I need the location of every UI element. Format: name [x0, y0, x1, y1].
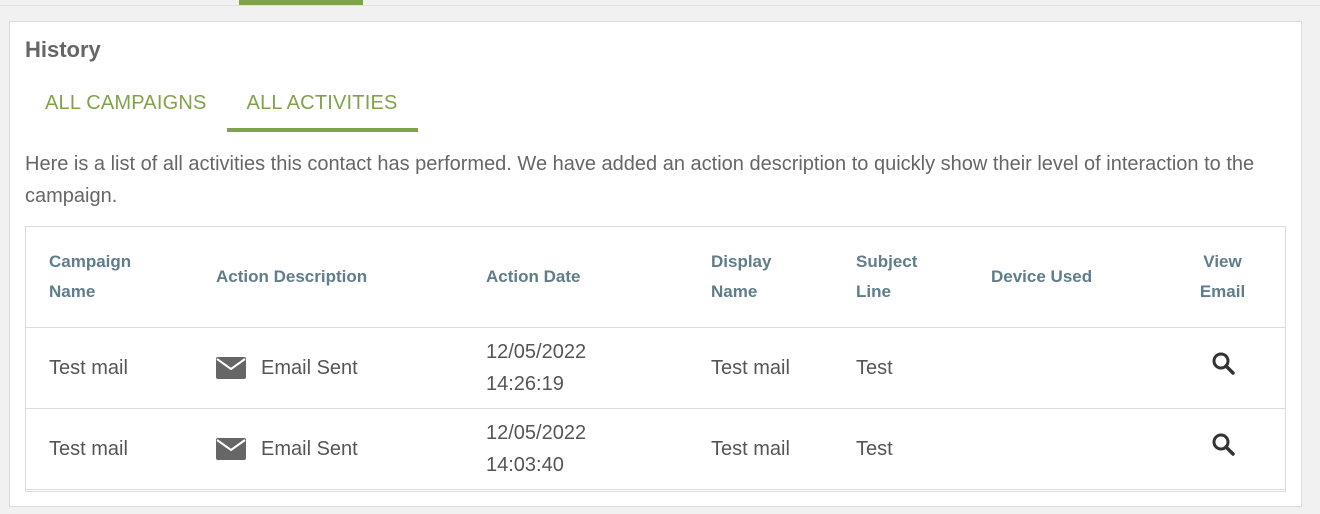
cell-action-description: Email Sent	[193, 327, 463, 409]
header-action-description[interactable]: Action Description	[193, 227, 463, 328]
cell-action-date: 12/05/2022 14:03:40	[463, 408, 688, 490]
cell-action-date: 12/05/2022 14:26:19	[463, 327, 688, 409]
activities-table: Campaign Name Action Description Action D…	[26, 227, 1285, 490]
cell-subject-line: Test	[833, 327, 968, 409]
search-icon[interactable]	[1211, 351, 1235, 375]
tab-all-activities[interactable]: ALL ACTIVITIES	[226, 84, 418, 132]
search-icon[interactable]	[1211, 432, 1235, 456]
cell-action-description: Email Sent	[193, 408, 463, 490]
cell-device-used	[968, 408, 1158, 490]
tab-all-campaigns[interactable]: ALL CAMPAIGNS	[25, 84, 227, 124]
envelope-icon	[216, 357, 246, 379]
table-row: Test mail Email Sent 12/05/2022 14:26:19 …	[26, 327, 1285, 409]
table-header-row: Campaign Name Action Description Action D…	[26, 227, 1285, 328]
header-action-date[interactable]: Action Date	[463, 227, 688, 328]
header-device-used[interactable]: Device Used	[968, 227, 1158, 328]
history-panel: History ALL CAMPAIGNS ALL ACTIVITIES Her…	[9, 21, 1302, 507]
table-row: Test mail Email Sent 12/05/2022 14:03:40 …	[26, 408, 1285, 490]
cell-view-email	[1158, 327, 1285, 409]
envelope-icon	[216, 438, 246, 460]
activities-description: Here is a list of all activities this co…	[25, 153, 1255, 207]
header-display-name[interactable]: Display Name	[688, 227, 833, 328]
panel-title: History	[25, 37, 101, 62]
action-label: Email Sent	[261, 438, 358, 460]
cell-display-name: Test mail	[688, 408, 833, 490]
top-divider	[0, 5, 1320, 6]
cell-subject-line: Test	[833, 408, 968, 490]
header-campaign-name[interactable]: Campaign Name	[26, 227, 193, 328]
cell-display-name: Test mail	[688, 327, 833, 409]
header-subject-line[interactable]: Subject Line	[833, 227, 968, 328]
cell-campaign-name: Test mail	[26, 327, 193, 409]
cell-view-email	[1158, 408, 1285, 490]
history-tabs: ALL CAMPAIGNS ALL ACTIVITIES	[25, 84, 418, 134]
header-view-email: View Email	[1158, 227, 1285, 328]
cell-device-used	[968, 327, 1158, 409]
cell-campaign-name: Test mail	[26, 408, 193, 490]
action-label: Email Sent	[261, 357, 358, 379]
activities-table-container: Campaign Name Action Description Action D…	[25, 226, 1286, 492]
